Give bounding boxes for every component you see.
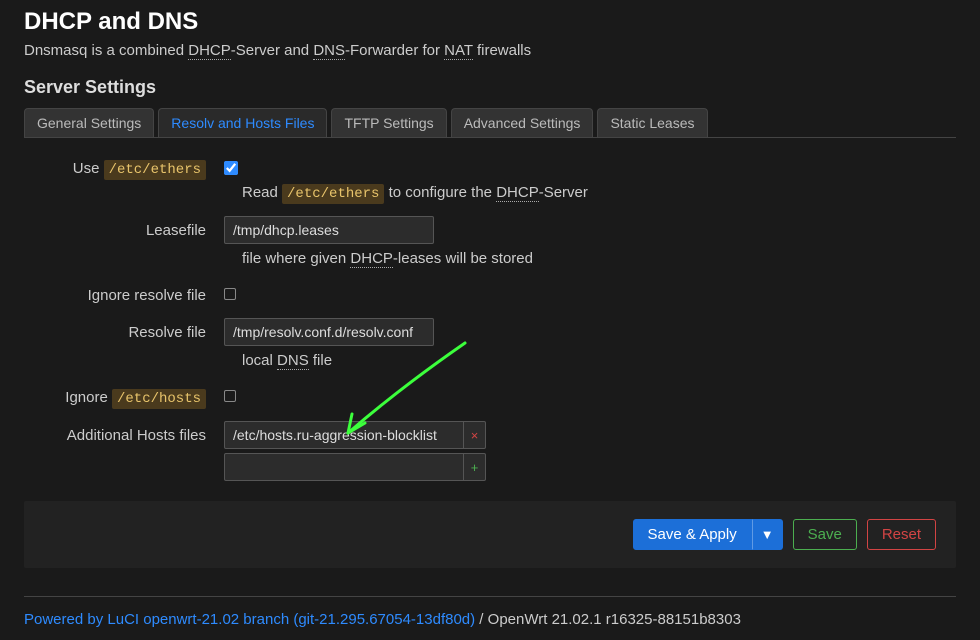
ignore-hosts-label: Ignore /etc/hosts <box>24 383 224 407</box>
additional-hosts-input-0[interactable] <box>224 421 464 449</box>
tab-advanced-settings[interactable]: Advanced Settings <box>451 108 594 137</box>
actions-bar: Save & Apply ▼ Save Reset <box>24 501 956 568</box>
ignore-resolve-checkbox[interactable] <box>224 288 236 300</box>
page-title: DHCP and DNS <box>24 8 956 36</box>
path-etc-ethers: /etc/ethers <box>104 160 206 180</box>
save-apply-button[interactable]: Save & Apply <box>633 519 752 550</box>
tab-resolv-hosts[interactable]: Resolv and Hosts Files <box>158 108 327 137</box>
add-host-button[interactable]: + <box>464 453 486 481</box>
tab-tftp-settings[interactable]: TFTP Settings <box>331 108 446 137</box>
resolve-file-input[interactable] <box>224 318 434 346</box>
chevron-down-icon: ▼ <box>761 527 774 542</box>
tab-static-leases[interactable]: Static Leases <box>597 108 707 137</box>
use-ethers-label: Use /etc/ethers <box>24 154 224 178</box>
tab-general-settings[interactable]: General Settings <box>24 108 154 137</box>
abbr-nat: NAT <box>444 42 473 60</box>
additional-hosts-input-new[interactable] <box>224 453 464 481</box>
ignore-resolve-label: Ignore resolve file <box>24 281 224 304</box>
use-ethers-help: Read /etc/ethers to configure the DHCP-S… <box>242 184 956 202</box>
save-apply-dropdown[interactable]: ▼ <box>752 519 783 550</box>
path-etc-ethers-help: /etc/ethers <box>282 184 384 204</box>
reset-button[interactable]: Reset <box>867 519 936 550</box>
use-ethers-checkbox[interactable] <box>224 161 238 175</box>
footer-link[interactable]: Powered by LuCI openwrt-21.02 branch (gi… <box>24 611 475 628</box>
leasefile-label: Leasefile <box>24 216 224 239</box>
resolve-file-help: local DNS file <box>242 352 956 369</box>
section-title: Server Settings <box>24 77 956 98</box>
remove-host-button[interactable]: × <box>464 421 486 449</box>
leasefile-help: file where given DHCP-leases will be sto… <box>242 250 956 267</box>
footer-version: OpenWrt 21.02.1 r16325-88151b8303 <box>488 611 741 628</box>
abbr-dns-resolv: DNS <box>277 352 309 370</box>
ignore-hosts-checkbox[interactable] <box>224 390 236 402</box>
abbr-dhcp: DHCP <box>188 42 231 60</box>
page-description: Dnsmasq is a combined DHCP-Server and DN… <box>24 42 956 59</box>
leasefile-input[interactable] <box>224 216 434 244</box>
tabs: General Settings Resolv and Hosts Files … <box>24 108 956 138</box>
abbr-dhcp-lease: DHCP <box>350 250 393 268</box>
remove-icon: × <box>471 428 479 443</box>
path-etc-hosts: /etc/hosts <box>112 389 206 409</box>
save-button[interactable]: Save <box>793 519 857 550</box>
abbr-dns: DNS <box>313 42 345 60</box>
additional-hosts-label: Additional Hosts files <box>24 421 224 444</box>
abbr-dhcp-help: DHCP <box>496 184 539 202</box>
footer: Powered by LuCI openwrt-21.02 branch (gi… <box>24 596 956 628</box>
resolve-file-label: Resolve file <box>24 318 224 341</box>
add-icon: + <box>471 460 479 475</box>
